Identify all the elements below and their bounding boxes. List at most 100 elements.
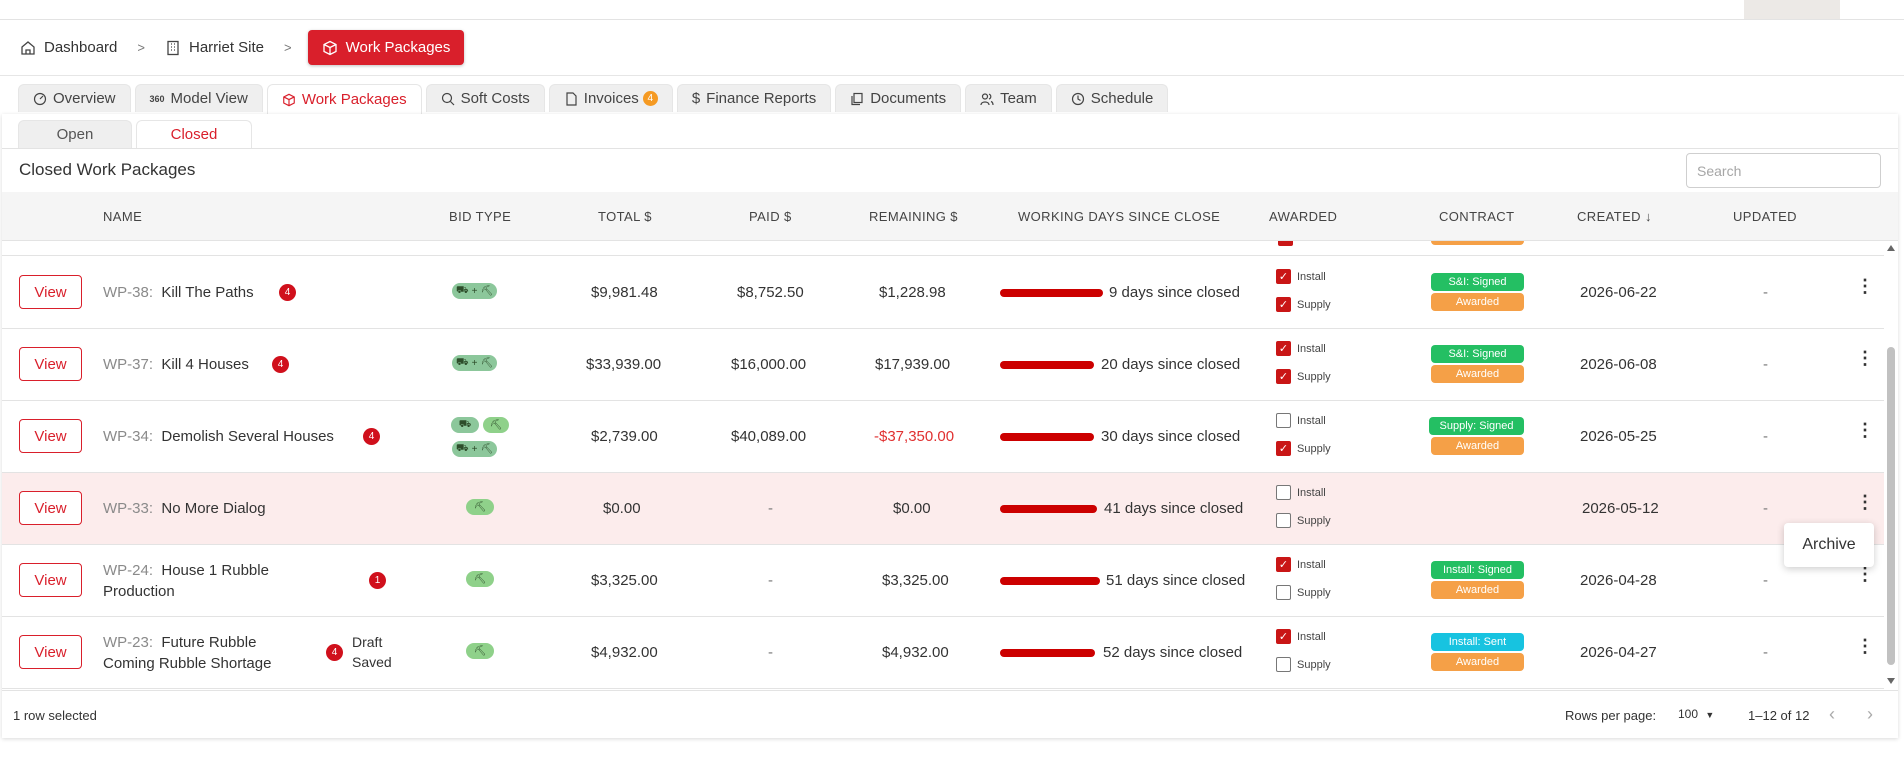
tab-work-packages[interactable]: Work Packages: [266, 84, 422, 114]
check-icon: ✓: [1276, 369, 1291, 384]
more-options-icon[interactable]: ⋮: [1856, 277, 1874, 295]
breadcrumb-site[interactable]: Harriet Site: [161, 31, 268, 64]
more-options-icon[interactable]: ⋮: [1856, 349, 1874, 367]
tab-invoices[interactable]: Invoices 4: [548, 84, 673, 112]
wp-name: WP-33: No More Dialog: [103, 500, 266, 517]
tab-overview[interactable]: Overview: [18, 84, 131, 112]
view-button[interactable]: View: [19, 275, 82, 309]
supply-checkbox[interactable]: Supply: [1276, 585, 1331, 600]
paid-amount: -: [768, 500, 773, 517]
tab-documents[interactable]: Documents: [835, 84, 962, 112]
check-icon: ✓: [1276, 629, 1291, 644]
view-button[interactable]: View: [19, 563, 82, 597]
column-header-remaining[interactable]: REMAINING $: [869, 209, 958, 224]
updated-date: -: [1763, 428, 1768, 445]
supply-checkbox[interactable]: ✓ Supply: [1276, 297, 1331, 312]
check-icon: ✓: [1276, 297, 1291, 312]
remaining-amount: -$37,350.00: [874, 428, 955, 445]
wp-title-line2: Production: [103, 583, 175, 600]
view-button[interactable]: View: [19, 635, 82, 669]
next-page-icon[interactable]: ›: [1867, 704, 1873, 725]
breadcrumb-dashboard[interactable]: Dashboard: [16, 31, 121, 64]
remaining-amount: $4,932.00: [882, 644, 949, 661]
tab-schedule[interactable]: Schedule: [1055, 84, 1169, 112]
search-input[interactable]: [1686, 153, 1881, 188]
install-checkbox[interactable]: ✓ Install: [1276, 557, 1326, 572]
supply-checkbox[interactable]: Supply: [1276, 657, 1331, 672]
column-header-paid[interactable]: PAID $: [749, 209, 792, 224]
check-icon: ✓: [1276, 341, 1291, 356]
install-icon: ⛏: [480, 285, 494, 297]
plus-icon: +: [471, 443, 478, 455]
prev-page-icon[interactable]: ‹: [1829, 704, 1835, 725]
table-header: NAME BID TYPE TOTAL $ PAID $ REMAINING $…: [2, 192, 1898, 241]
remaining-amount: $1,228.98: [879, 284, 946, 301]
subtab-closed[interactable]: Closed: [136, 120, 252, 148]
install-checkbox[interactable]: ✓ Install: [1276, 341, 1326, 356]
install-checkbox[interactable]: ✓ Install: [1276, 269, 1326, 284]
view-button[interactable]: View: [19, 347, 82, 381]
more-options-icon[interactable]: ⋮: [1856, 421, 1874, 439]
plus-icon: +: [471, 357, 478, 369]
table-row[interactable]: View WP-34: Demolish Several Houses 4 ⛟ …: [2, 401, 1884, 473]
install-checkbox[interactable]: ✓ Install: [1276, 629, 1326, 644]
table-row[interactable]: View WP-37: Kill 4 Houses 4 ⛟ + ⛏ $33,939.…: [2, 329, 1884, 401]
column-header-name[interactable]: NAME: [103, 209, 142, 224]
truck-icon: ⛟: [456, 356, 469, 368]
view-button[interactable]: View: [19, 491, 82, 525]
table-row[interactable]: View WP-23: Future Rubble Coming Rubble …: [2, 617, 1884, 689]
notification-badge: 4: [279, 284, 296, 301]
table-row[interactable]: View WP-38: Kill The Paths 4 ⛟ + ⛏ $9,981.…: [2, 257, 1884, 329]
rows-per-page-select[interactable]: 100 ▼: [1678, 707, 1714, 721]
tab-finance-reports[interactable]: $ Finance Reports: [676, 84, 832, 112]
contract-status-badge: S&I: Signed: [1431, 273, 1524, 291]
archive-menu-item[interactable]: Archive: [1784, 523, 1874, 567]
table-scrollbar[interactable]: [1884, 241, 1898, 684]
divider: [2, 148, 1898, 149]
rows-per-page-value: 100: [1678, 707, 1699, 721]
breadcrumb-work-packages[interactable]: Work Packages: [307, 30, 465, 65]
days-progress-bar: [1000, 649, 1095, 657]
paid-amount: $40,089.00: [731, 428, 807, 445]
scroll-up-icon[interactable]: [1887, 245, 1895, 251]
install-icon: ⛏: [473, 573, 487, 585]
install-checkbox[interactable]: Install: [1276, 413, 1326, 428]
column-header-created[interactable]: CREATED ↓: [1577, 209, 1652, 224]
wp-title: No More Dialog: [161, 500, 266, 517]
column-header-total[interactable]: TOTAL $: [598, 209, 652, 224]
supply-checkbox[interactable]: Supply: [1276, 513, 1331, 528]
column-header-bid-type[interactable]: BID TYPE: [449, 209, 511, 224]
more-options-icon[interactable]: ⋮: [1856, 565, 1874, 583]
column-header-awarded[interactable]: AWARDED: [1269, 209, 1337, 224]
install-checkbox[interactable]: Install: [1276, 485, 1326, 500]
supply-label: Supply: [1297, 370, 1331, 383]
table-row-selected[interactable]: View WP-33: No More Dialog ⛏ $0.00 - $0.…: [2, 473, 1884, 545]
scroll-down-icon[interactable]: [1887, 678, 1895, 684]
contract-status-badge: Supply: Signed: [1429, 417, 1524, 435]
subtab-open[interactable]: Open: [18, 120, 132, 148]
days-progress-bar: [1000, 577, 1100, 585]
top-bar-user-area[interactable]: [1744, 0, 1840, 19]
scroll-thumb[interactable]: [1887, 347, 1895, 665]
more-options-icon[interactable]: ⋮: [1856, 493, 1874, 511]
column-header-contract[interactable]: CONTRACT: [1439, 209, 1514, 224]
tab-soft-costs[interactable]: Soft Costs: [425, 84, 545, 112]
days-since-closed: 30 days since closed: [1101, 428, 1241, 445]
search-dollar-icon: [441, 92, 455, 105]
tab-label: Soft Costs: [460, 90, 530, 107]
paid-amount: -: [768, 644, 773, 661]
table-row[interactable]: View WP-24: House 1 Rubble Production 1 …: [2, 545, 1884, 617]
dollar-icon: $: [691, 90, 701, 107]
tab-model-view[interactable]: 360 Model View: [134, 84, 263, 112]
supply-label: Supply: [1297, 442, 1331, 455]
tab-team[interactable]: Team: [965, 84, 1052, 112]
view-button[interactable]: View: [19, 419, 82, 453]
column-header-updated[interactable]: UPDATED: [1733, 209, 1797, 224]
more-options-icon[interactable]: ⋮: [1856, 637, 1874, 655]
supply-checkbox[interactable]: ✓ Supply: [1276, 441, 1331, 456]
updated-date: -: [1763, 356, 1768, 373]
truck-icon: ⛟: [458, 418, 472, 430]
supply-checkbox[interactable]: ✓ Supply: [1276, 369, 1331, 384]
install-label: Install: [1297, 270, 1326, 283]
column-header-working-days[interactable]: WORKING DAYS SINCE CLOSE: [1018, 209, 1220, 224]
